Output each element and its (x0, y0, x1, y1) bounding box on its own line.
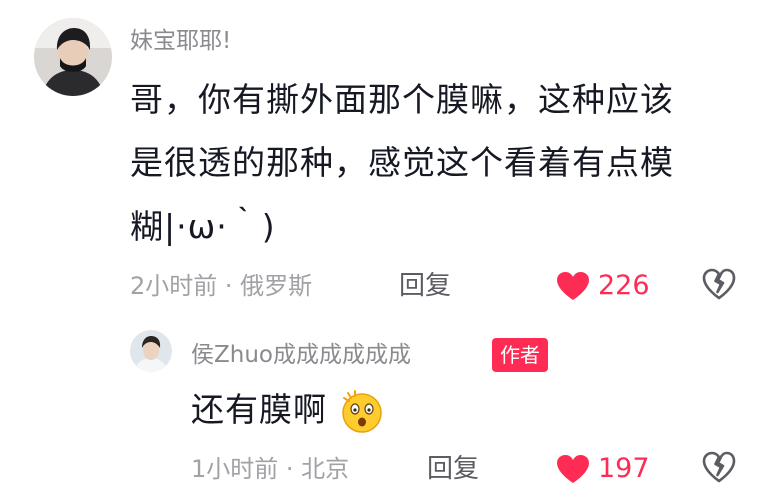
comment-text-line-2: 是很透的那种，感觉这个看着有点模 (130, 143, 674, 182)
comment-like-button[interactable]: 226 (556, 268, 650, 304)
reply-text: 还有膜啊 (191, 390, 327, 429)
comment-meta: 2小时前 · 俄罗斯 (130, 270, 312, 302)
reply-like-button[interactable]: 197 (556, 451, 650, 487)
reply-like-count: 197 (598, 453, 650, 484)
comment-time: 2小时前 (130, 272, 218, 300)
meta-separator: · (278, 455, 302, 483)
comment-like-count: 226 (598, 270, 650, 301)
comment-location: 俄罗斯 (240, 272, 313, 300)
reply-reply-button[interactable]: 回复 (427, 453, 479, 485)
heart-icon (557, 272, 589, 300)
replier-username[interactable]: 侯Zhuo成成成成成成 (191, 340, 411, 370)
dislike-icon[interactable] (702, 451, 736, 483)
commenter-username[interactable]: 妹宝耶耶! (130, 26, 231, 56)
reply-time: 1小时前 (191, 455, 279, 483)
comment-text-line-3: 糊|·ω·｀) (130, 207, 276, 246)
comment-text-line-1: 哥，你有撕外面那个膜嘛，这种应该 (130, 80, 674, 119)
author-badge: 作者 (492, 338, 548, 372)
replier-avatar[interactable] (130, 330, 172, 372)
heart-icon (557, 455, 589, 483)
reply-location: 北京 (301, 455, 350, 483)
comment-reply-button[interactable]: 回复 (399, 270, 451, 302)
commenter-avatar[interactable] (34, 18, 112, 96)
reply-meta: 1小时前 · 北京 (191, 453, 349, 485)
meta-separator: · (217, 272, 241, 300)
shocked-face-emoji (342, 390, 382, 433)
dislike-icon[interactable] (702, 268, 736, 300)
